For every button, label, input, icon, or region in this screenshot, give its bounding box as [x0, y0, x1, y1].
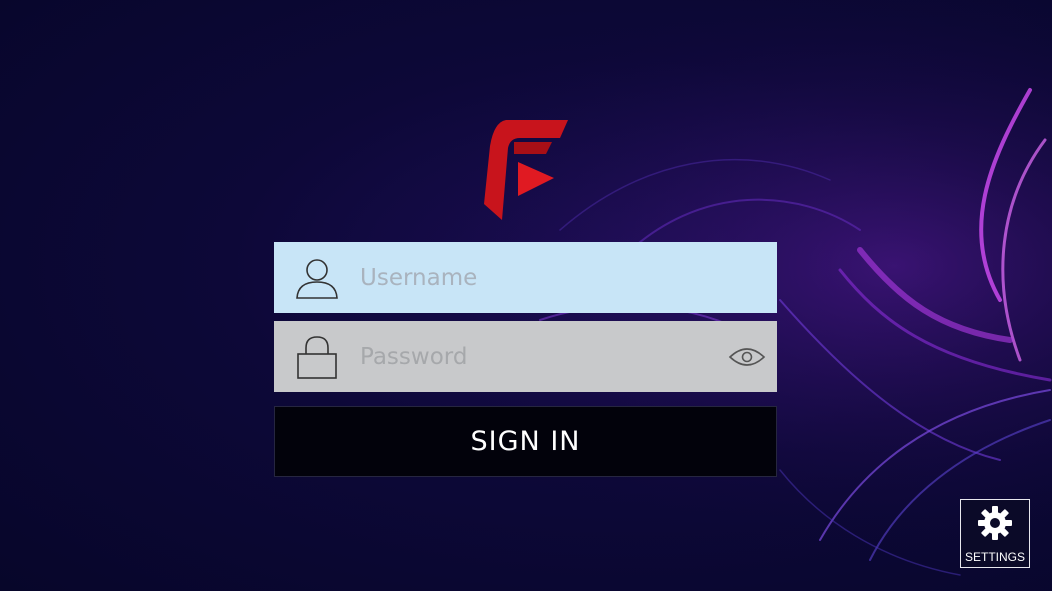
gear-icon [976, 504, 1014, 547]
password-field[interactable] [274, 321, 777, 392]
password-input[interactable] [360, 321, 717, 392]
lock-icon [274, 321, 360, 392]
settings-button[interactable]: SETTINGS [960, 499, 1030, 568]
username-input[interactable] [360, 242, 777, 313]
eye-icon[interactable] [717, 321, 777, 392]
settings-label: SETTINGS [964, 549, 1025, 564]
sign-in-button[interactable]: SIGN IN [274, 406, 777, 477]
user-icon [274, 242, 360, 313]
app-logo [484, 120, 568, 220]
username-field[interactable] [274, 242, 777, 313]
